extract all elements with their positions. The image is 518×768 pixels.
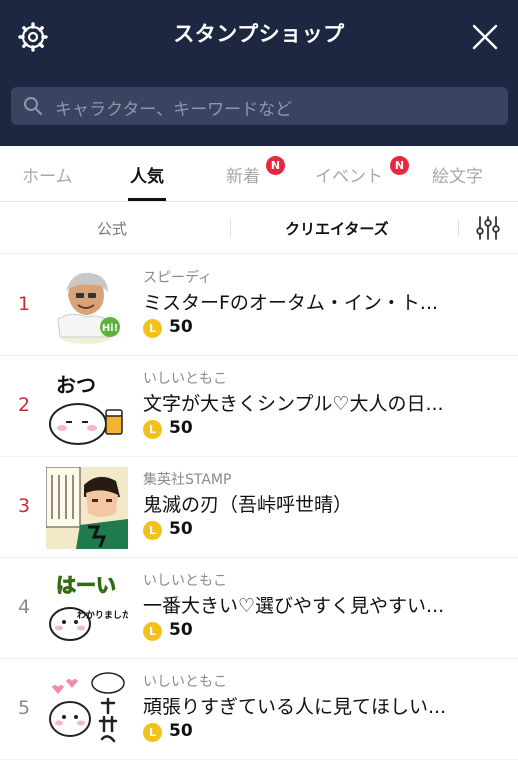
search-placeholder: キャラクター、キーワードなど bbox=[55, 100, 293, 120]
sticker-text: Hi! bbox=[102, 323, 118, 334]
price: 50 bbox=[169, 721, 193, 741]
tab-new[interactable]: 新着 bbox=[226, 162, 260, 187]
subtab-official[interactable]: 公式 bbox=[97, 218, 127, 239]
new-badge: N bbox=[266, 156, 285, 175]
page-title: スタンプショップ bbox=[173, 22, 345, 46]
sticker-text: おつ bbox=[56, 373, 96, 397]
new-badge: N bbox=[390, 156, 409, 175]
sticker-thumbnail bbox=[49, 672, 125, 743]
tab-event[interactable]: イベント bbox=[315, 162, 383, 187]
list-item[interactable]: 3 集英社STAMP 鬼滅の刃（吾峠呼世晴） L 50 bbox=[0, 457, 518, 558]
divider bbox=[458, 219, 459, 237]
sticker-text: はーい bbox=[56, 573, 116, 597]
close-icon[interactable] bbox=[472, 24, 498, 50]
sticker-thumbnail bbox=[46, 467, 128, 549]
list-item[interactable]: 5 いしいともこ 頑張りすぎている人に見てほしい... L 50 bbox=[0, 659, 518, 760]
tab-popular[interactable]: 人気 bbox=[130, 162, 164, 187]
list-item[interactable]: 1 Hi! スピーディ ミスターFのオータム・イン・ト... L 50 bbox=[0, 255, 518, 356]
rank-number: 3 bbox=[17, 495, 31, 517]
rank-number: 5 bbox=[17, 697, 31, 719]
creator-name: いしいともこ bbox=[143, 573, 227, 589]
tab-emoji[interactable]: 絵文字 bbox=[432, 162, 483, 187]
creator-name: いしいともこ bbox=[143, 371, 227, 387]
sticker-title: 文字が大きくシンプル♡大人の日... bbox=[143, 393, 444, 415]
price: 50 bbox=[169, 418, 193, 438]
sticker-title: ミスターFのオータム・イン・ト... bbox=[143, 292, 439, 314]
list-item[interactable]: 2 おつ いしいともこ 文字が大きくシンプル♡大人の日... L 50 bbox=[0, 356, 518, 457]
search-input[interactable]: キャラクター、キーワードなど bbox=[11, 87, 508, 125]
coin-icon: L bbox=[143, 723, 162, 742]
sticker-title: 一番大きい♡選びやすく見やすい... bbox=[143, 595, 445, 617]
subtab-creators[interactable]: クリエイターズ bbox=[285, 218, 389, 239]
sticker-thumbnail: はーい わかりました!! bbox=[49, 573, 128, 641]
sticker-title: 頑張りすぎている人に見てほしい... bbox=[143, 696, 447, 718]
coin-icon: L bbox=[143, 319, 162, 338]
rank-number: 1 bbox=[17, 293, 31, 315]
sub-tabs: 公式 クリエイターズ bbox=[0, 202, 518, 254]
tab-home[interactable]: ホーム bbox=[22, 162, 73, 187]
creator-name: スピーディ bbox=[143, 270, 213, 286]
creator-name: 集英社STAMP bbox=[143, 472, 232, 488]
price: 50 bbox=[169, 519, 193, 539]
list-item[interactable]: 4 はーい わかりました!! いしいともこ 一番大きい♡選びやすく見やすい...… bbox=[0, 558, 518, 659]
search-icon bbox=[24, 97, 42, 115]
rank-number: 4 bbox=[17, 596, 31, 618]
filter-icon[interactable] bbox=[474, 215, 502, 241]
sticker-thumbnail: おつ bbox=[49, 373, 123, 445]
creator-name: いしいともこ bbox=[143, 674, 227, 690]
coin-icon: L bbox=[143, 521, 162, 540]
sticker-title: 鬼滅の刃（吾峠呼世晴） bbox=[143, 494, 353, 516]
rank-number: 2 bbox=[17, 394, 31, 416]
sticker-thumbnail: Hi! bbox=[57, 272, 120, 344]
coin-icon: L bbox=[143, 420, 162, 439]
price: 50 bbox=[169, 620, 193, 640]
active-tab-indicator bbox=[128, 198, 166, 201]
category-tabs: ホーム 人気 新着 N イベント N 絵文字 bbox=[0, 146, 518, 202]
app-header: スタンプショップ キャラクター、キーワードなど bbox=[0, 0, 518, 146]
sticker-subtext: わかりました!! bbox=[77, 610, 128, 621]
coin-icon: L bbox=[143, 622, 162, 641]
divider bbox=[230, 219, 231, 237]
price: 50 bbox=[169, 317, 193, 337]
